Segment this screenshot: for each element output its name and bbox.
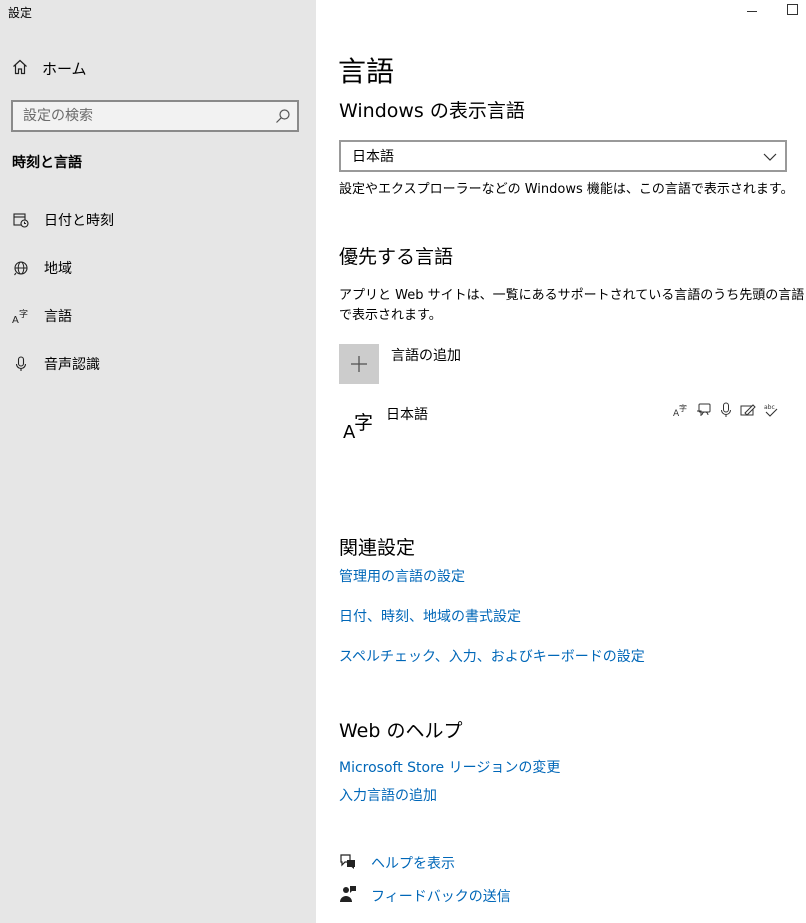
plus-icon xyxy=(339,344,379,384)
date-time-format-link[interactable]: 日付、時刻、地域の書式設定 xyxy=(339,606,521,626)
sidebar: 設定 ホーム 時刻と言語 日付と時刻 地域 A字 言語 音声認識 xyxy=(0,0,316,923)
preferred-languages-heading: 優先する言語 xyxy=(339,246,454,268)
home-nav-item[interactable]: ホーム xyxy=(12,58,87,79)
language-icon: A字 xyxy=(12,307,30,325)
svg-text:字: 字 xyxy=(679,403,687,413)
feedback-icon xyxy=(339,885,357,907)
home-label: ホーム xyxy=(42,60,87,78)
admin-language-settings-link[interactable]: 管理用の言語の設定 xyxy=(339,566,465,586)
store-region-link[interactable]: Microsoft Store リージョンの変更 xyxy=(339,757,560,777)
spellcheck-icon: abc xyxy=(763,402,779,422)
add-input-language-link[interactable]: 入力言語の追加 xyxy=(339,785,437,805)
dropdown-selected-value: 日本語 xyxy=(352,149,394,165)
svg-text:abc: abc xyxy=(764,404,775,411)
display-language-heading: Windows の表示言語 xyxy=(339,100,525,122)
search-input[interactable] xyxy=(13,102,263,130)
chevron-down-icon xyxy=(752,150,777,166)
sidebar-item-label: 音声認識 xyxy=(44,357,100,373)
send-feedback-label: フィードバックの送信 xyxy=(371,889,511,905)
calendar-clock-icon xyxy=(12,211,30,229)
svg-text:字: 字 xyxy=(19,308,28,320)
language-glyph-icon: A 字 xyxy=(343,412,374,443)
maximize-button[interactable] xyxy=(787,4,798,15)
preferred-description-line2: で表示されます。 xyxy=(339,308,442,323)
sidebar-item-label: 地域 xyxy=(44,261,72,277)
language-name: 日本語 xyxy=(386,407,428,423)
web-help-heading: Web のヘルプ xyxy=(339,720,463,742)
language-pack-icon: A字 xyxy=(673,402,689,422)
sidebar-item-language[interactable]: A字 言語 xyxy=(12,306,72,326)
preferred-description-line1: アプリと Web サイトは、一覧にあるサポートされている言語のうち先頭の言語 xyxy=(339,288,805,303)
text-to-speech-icon xyxy=(696,402,712,422)
spelling-keyboard-settings-link[interactable]: スペルチェック、入力、およびキーボードの設定 xyxy=(339,646,645,666)
sidebar-item-region[interactable]: 地域 xyxy=(12,258,72,278)
get-help-link[interactable]: ヘルプを表示 xyxy=(339,852,455,874)
sidebar-item-speech[interactable]: 音声認識 xyxy=(12,354,100,374)
page-title: 言語 xyxy=(338,55,395,88)
sidebar-item-label: 日付と時刻 xyxy=(44,213,114,229)
microphone-icon xyxy=(12,355,30,373)
window-title: 設定 xyxy=(8,6,33,20)
related-settings-heading: 関連設定 xyxy=(339,537,416,559)
window-controls xyxy=(747,4,798,15)
send-feedback-link[interactable]: フィードバックの送信 xyxy=(339,885,511,907)
minimize-button[interactable] xyxy=(747,11,757,12)
speech-recognition-icon xyxy=(719,402,733,422)
add-language-button[interactable]: 言語の追加 xyxy=(339,344,461,384)
handwriting-icon xyxy=(740,402,756,422)
sidebar-item-label: 言語 xyxy=(44,309,72,325)
get-help-label: ヘルプを表示 xyxy=(371,856,455,872)
search-box[interactable] xyxy=(11,100,299,132)
globe-icon xyxy=(12,259,30,277)
language-list-item[interactable]: A 字 日本語 A字 abc xyxy=(339,402,783,450)
add-language-label: 言語の追加 xyxy=(391,348,461,364)
search-icon[interactable] xyxy=(275,108,291,128)
home-icon xyxy=(12,59,28,79)
language-feature-icons: A字 abc xyxy=(673,402,779,422)
display-language-description: 設定やエクスプローラーなどの Windows 機能は、この言語で表示されます。 xyxy=(339,182,794,197)
svg-text:A: A xyxy=(12,315,19,325)
section-title: 時刻と言語 xyxy=(12,155,82,171)
display-language-dropdown[interactable]: 日本語 xyxy=(339,140,787,172)
sidebar-item-date-time[interactable]: 日付と時刻 xyxy=(12,210,114,230)
help-chat-icon xyxy=(339,852,357,874)
